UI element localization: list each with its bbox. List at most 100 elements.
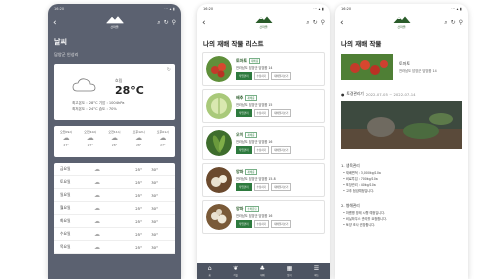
crop-name-row: 양파 수확완료 <box>236 206 321 212</box>
high-temp: 30° <box>151 192 158 198</box>
user-icon[interactable]: ⚲ <box>459 19 463 27</box>
refresh-icon[interactable]: ↻ <box>313 19 318 27</box>
back-icon[interactable]: ‹ <box>53 18 57 28</box>
app-logo[interactable]: 산마을 <box>253 15 275 30</box>
status-badge: 재배중 <box>245 95 257 101</box>
screenshot-canvas: 16:20 ··· ▴ ▮ ‹ 산마을 ⌕ ↻ ⚲ 날씨 담양군 인성리 ↻ 흐… <box>0 0 477 279</box>
cloud-icon: ☁ <box>135 134 143 142</box>
app-logo[interactable]: 산마을 <box>104 15 126 30</box>
manage-button[interactable]: 작업관리 <box>236 72 252 80</box>
weather-detail-2: 최저온도 : 24°C 습도 : 70% <box>72 107 117 111</box>
status-badge: 재배중 <box>245 169 257 175</box>
cloud-icon: ☁ <box>94 217 100 225</box>
crop-summary: 토마토 전라남도 담양군 담양읍 14 <box>341 52 462 82</box>
sprout-icon: ♣ <box>259 264 266 272</box>
edit-button[interactable]: 수정하기 <box>253 183 270 191</box>
journal-button[interactable]: 재배일지보기 <box>271 109 292 117</box>
weather-detail-1: 최고온도 : 28°C 기압 : 1004hPa <box>72 101 125 105</box>
daily-row: 토요일 ☁ 25° 30° <box>54 176 175 189</box>
forecast-temp: 28° <box>135 143 142 147</box>
manage-button[interactable]: 작업관리 <box>236 220 252 228</box>
logo-text: 산마을 <box>259 25 268 29</box>
crop-card[interactable]: 양파 재배중 전라남도 담양군 담양읍 15-8 작업관리 수정하기 재배일지보… <box>202 163 325 197</box>
tab-journal[interactable]: ▦ 일지 <box>287 265 293 277</box>
crop-photo <box>341 54 393 80</box>
tab-menu[interactable]: ☰ 메뉴 <box>314 265 319 277</box>
crop-name: 토마토 <box>399 61 411 66</box>
crop-name: 양파 <box>236 206 244 211</box>
cloud-icon: ☁ <box>94 243 100 251</box>
mountain-logo-icon <box>393 16 410 23</box>
page-title: 나의 재배 작물 리스트 <box>203 40 264 48</box>
daily-row: 목요일 ☁ 25° 30° <box>54 241 175 254</box>
section-title: 1. 생육관리 <box>341 163 360 168</box>
tab-label: 홈 <box>208 273 211 277</box>
leaf-icon: ❦ <box>233 264 239 272</box>
status-time: 16:20 <box>54 6 65 11</box>
low-temp: 25° <box>135 166 142 172</box>
low-temp: 25° <box>135 179 142 185</box>
forecast-temp: 27° <box>160 143 166 147</box>
cloud-icon: ☁ <box>94 178 100 186</box>
journal-button[interactable]: 재배일지보기 <box>271 220 292 228</box>
crop-card[interactable]: 토마토 재배중 전라남도 담양군 담양읍 14 작업관리 수정하기 재배일지보기 <box>202 52 325 86</box>
journal-button[interactable]: 재배일지보기 <box>271 183 292 191</box>
search-icon[interactable]: ⌕ <box>444 19 447 27</box>
user-icon[interactable]: ⚲ <box>321 19 325 27</box>
user-icon[interactable]: ⚲ <box>172 19 176 27</box>
crop-name: 양파 <box>236 169 244 174</box>
cloud-icon: ☁ <box>159 134 167 142</box>
tab-crop[interactable]: ❦ 작물 <box>233 264 239 277</box>
crop-address: 전라남도 담양군 담양읍 15 <box>236 103 273 107</box>
edit-button[interactable]: 수정하기 <box>253 146 270 154</box>
forecast-temp: 27° <box>87 143 93 147</box>
crop-photo <box>206 204 232 230</box>
high-temp: 30° <box>151 244 158 250</box>
edit-button[interactable]: 수정하기 <box>253 109 270 117</box>
tab-home[interactable]: ⌂ 홈 <box>208 265 212 277</box>
detail-item: • 재배면적 : 3,000kg/10a <box>343 171 381 175</box>
crop-detail-screen: 16:20 ··· ▴ ▮ ‹ 산마을 ⌕ ↻ ⚲ 나의 재배 작물 토마토 전… <box>335 4 468 279</box>
search-icon[interactable]: ⌕ <box>306 19 309 27</box>
crop-card[interactable]: 배추 재배중 전라남도 담양군 담양읍 15 작업관리 수정하기 재배일지보기 <box>202 89 325 123</box>
crop-address: 전라남도 담양군 담양읍 16 <box>236 140 273 144</box>
daily-row: 화요일 ☁ 25° 30° <box>54 215 175 228</box>
low-temp: 25° <box>135 231 142 237</box>
journal-button[interactable]: 재배일지보기 <box>271 146 292 154</box>
manage-button[interactable]: 작업관리 <box>236 146 252 154</box>
forecast-item: 오전10시 ☁ 27° <box>84 130 96 157</box>
edit-button[interactable]: 수정하기 <box>253 72 270 80</box>
weather-screen: 16:20 ··· ▴ ▮ ‹ 산마을 ⌕ ↻ ⚲ 날씨 담양군 인성리 ↻ 흐… <box>48 4 181 279</box>
back-icon[interactable]: ‹ <box>202 18 206 28</box>
day-label: 일요일 <box>60 192 71 197</box>
back-icon[interactable]: ‹ <box>340 18 344 28</box>
app-logo[interactable]: 산마을 <box>391 15 413 30</box>
day-label: 수요일 <box>60 231 71 236</box>
crop-list-screen: 16:20 ··· ▴ ▮ ‹ 산마을 ⌕ ↻ ⚲ 나의 재배 작물 리스트 토… <box>197 4 330 279</box>
daily-row: 일요일 ☁ 25° 30° <box>54 189 175 202</box>
low-temp: 25° <box>135 244 142 250</box>
daily-row: 금요일 ☁ 25° 30° <box>54 163 175 176</box>
high-temp: 30° <box>151 166 158 172</box>
tab-label: 메뉴 <box>314 273 319 277</box>
forecast-item: 오전09시 ☁ 27° <box>60 130 72 157</box>
manage-button[interactable]: 작업관리 <box>236 109 252 117</box>
crop-card[interactable]: 양파 수확완료 전라남도 담양군 담양읍 16 작업관리 수정하기 재배일지보기 <box>202 200 325 234</box>
search-icon[interactable]: ⌕ <box>157 19 160 27</box>
refresh-icon[interactable]: ↻ <box>164 19 169 27</box>
journal-button[interactable]: 재배일지보기 <box>271 72 292 80</box>
crop-actions: 작업관리 수정하기 재배일지보기 <box>236 220 321 228</box>
refresh-icon[interactable]: ↻ <box>451 19 456 27</box>
tab-cultivation[interactable]: ♣ 재배 <box>259 264 266 277</box>
detail-item: • 마름병 방제 시행 예정입니다. <box>343 211 386 215</box>
edit-button[interactable]: 수정하기 <box>253 220 270 228</box>
refresh-icon[interactable]: ↻ <box>167 67 171 73</box>
manage-button[interactable]: 작업관리 <box>236 183 252 191</box>
page-title: 나의 재배 작물 <box>341 40 382 48</box>
crop-card[interactable]: 오이 재배중 전라남도 담양군 담양읍 16 작업관리 수정하기 재배일지보기 <box>202 126 325 160</box>
history-label: 토경관리기 <box>346 91 364 96</box>
history-date: 2022-07-05 ~ 2022-07-14 <box>365 91 416 97</box>
crop-name-row: 양파 재배중 <box>236 169 321 175</box>
bottom-tab-bar: ⌂ 홈 ❦ 작물 ♣ 재배 ▦ 일지 ☰ 메뉴 <box>197 263 330 279</box>
crop-photo <box>206 167 232 193</box>
